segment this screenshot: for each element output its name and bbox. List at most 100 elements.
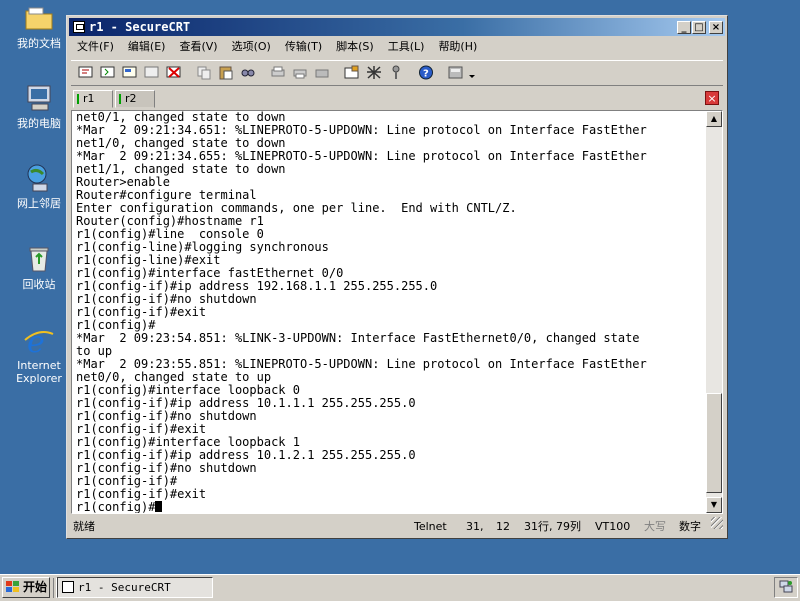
terminal-area[interactable]: net0/1, changed state to down *Mar 2 09:… — [71, 110, 723, 514]
terminal-cursor — [155, 501, 163, 512]
taskbar: 开始 r1 - SecureCRT — [0, 574, 800, 601]
terminal-line: r1(config)#interface loopback 1 — [76, 435, 300, 449]
desktop-icon-label: 网上邻居 — [17, 197, 61, 210]
scroll-down-icon[interactable]: ▼ — [706, 497, 722, 513]
maximize-button[interactable]: □ — [692, 21, 706, 34]
title-bar[interactable]: r1 - SecureCRT _ □ × — [69, 18, 725, 36]
terminal-line: r1(config-if)#ip address 10.1.2.1 255.25… — [76, 448, 416, 462]
status-bar: 就绪 Telnet 31, 12 31行, 79列 VT100 大写 数字 — [69, 517, 725, 537]
system-tray — [774, 577, 798, 598]
status-col: 12 — [496, 520, 510, 533]
terminal-line: r1(config-if)#no shutdown — [76, 409, 257, 423]
terminal-line: Enter configuration commands, one per li… — [76, 201, 517, 215]
toolbar-overflow-icon[interactable] — [467, 64, 477, 81]
vertical-scrollbar[interactable]: ▲ ▼ — [706, 111, 722, 513]
resize-grip-icon[interactable] — [711, 517, 723, 529]
connected-status-icon — [119, 94, 121, 104]
taskbar-button-label: r1 - SecureCRT — [78, 581, 171, 594]
desktop-icon-network-places[interactable]: 网上邻居 — [6, 162, 72, 210]
terminal-line: r1(config)#interface fastEthernet 0/0 — [76, 266, 344, 280]
menu-file[interactable]: 文件(F) — [71, 38, 120, 56]
desktop-icon-internet-explorer[interactable]: e Internet Explorer — [6, 324, 72, 385]
menu-help[interactable]: 帮助(H) — [432, 38, 483, 56]
disconnect-icon[interactable] — [165, 64, 183, 81]
desktop-icon-recycle-bin[interactable]: 回收站 — [6, 243, 72, 291]
keymap-icon[interactable] — [387, 64, 405, 81]
session-tab-row: r1 r2 × — [71, 88, 723, 108]
minimize-button[interactable]: _ — [677, 21, 691, 34]
terminal-output: net0/1, changed state to down *Mar 2 09:… — [72, 111, 706, 514]
terminal-line: net0/0, changed state to up — [76, 370, 272, 384]
menu-edit[interactable]: 编辑(E) — [122, 38, 172, 56]
network-globe-icon — [23, 162, 55, 194]
status-caps: 大写 — [644, 520, 666, 533]
securecrt-window: r1 - SecureCRT _ □ × 文件(F) 编辑(E) 查看(V) 选项(O… — [66, 15, 728, 539]
close-button[interactable]: × — [709, 21, 723, 34]
terminal-line: Router>enable — [76, 175, 170, 189]
help-icon[interactable]: ? — [417, 64, 435, 81]
print-icon[interactable] — [269, 64, 287, 81]
start-button[interactable]: 开始 — [2, 577, 50, 598]
terminal-line: r1(config-if)#exit — [76, 305, 207, 319]
menu-script[interactable]: 脚本(S) — [330, 38, 380, 56]
network-tray-icon[interactable] — [779, 580, 793, 597]
window-title: r1 - SecureCRT — [89, 20, 191, 34]
copy-icon[interactable] — [195, 64, 213, 81]
menu-options[interactable]: 选项(O) — [226, 38, 277, 56]
status-ready: 就绪 — [73, 520, 95, 533]
tab-label: r1 — [83, 92, 95, 105]
terminal-line: Router(config)#hostname r1 — [76, 214, 264, 228]
find-icon[interactable] — [239, 64, 257, 81]
terminal-line: r1(config)#line console 0 — [76, 227, 264, 241]
desktop-icon-label: 回收站 — [22, 278, 56, 291]
desktop-icon-label: Internet Explorer — [16, 359, 62, 385]
securecrt-app-icon — [62, 581, 74, 593]
global-options-icon[interactable] — [365, 64, 383, 81]
connect-tab-icon[interactable] — [121, 64, 139, 81]
session-options-icon[interactable] — [343, 64, 361, 81]
tab-r2[interactable]: r2 — [115, 90, 155, 108]
desktop-icon-label: 我的电脑 — [17, 117, 61, 130]
status-row: 31, — [466, 520, 484, 533]
svg-text:e: e — [27, 325, 45, 356]
tab-r1[interactable]: r1 — [73, 90, 113, 108]
menu-transfer[interactable]: 传输(T) — [279, 38, 328, 56]
reconnect-icon[interactable] — [143, 64, 161, 81]
menu-bar: 文件(F) 编辑(E) 查看(V) 选项(O) 传输(T) 脚本(S) 工具(L) 帮助(H) — [69, 38, 725, 56]
terminal-line: *Mar 2 09:23:55.851: %LINEPROTO-5-UPDOWN… — [76, 357, 647, 371]
terminal-line: r1(config-if)#ip address 192.168.1.1 255… — [76, 279, 438, 293]
terminal-line: *Mar 2 09:21:34.651: %LINEPROTO-5-UPDOWN… — [76, 123, 647, 137]
scrollbar-thumb[interactable] — [706, 393, 722, 493]
status-num: 数字 — [679, 520, 701, 533]
internet-explorer-icon: e — [23, 324, 55, 360]
terminal-line: r1(config)#interface loopback 0 — [76, 383, 300, 397]
taskbar-button-securecrt[interactable]: r1 - SecureCRT — [57, 577, 213, 598]
terminal-line: net1/1, changed state to down — [76, 162, 286, 176]
terminal-line: net1/0, changed state to down — [76, 136, 286, 150]
menu-tools[interactable]: 工具(L) — [382, 38, 431, 56]
connect-icon[interactable] — [77, 64, 95, 81]
toolbar: ? — [71, 60, 723, 86]
scroll-up-icon[interactable]: ▲ — [706, 111, 722, 127]
print-screen-icon[interactable] — [313, 64, 331, 81]
status-position: 31行, 79列 — [524, 520, 581, 533]
menu-view[interactable]: 查看(V) — [173, 38, 223, 56]
start-label: 开始 — [23, 580, 48, 594]
desktop-icon-my-computer[interactable]: 我的电脑 — [6, 82, 72, 130]
terminal-line: to up — [76, 344, 113, 358]
desktop-icon-my-documents[interactable]: 我的文档 — [6, 2, 72, 50]
folder-icon — [23, 2, 55, 34]
computer-icon — [23, 82, 55, 114]
quick-connect-icon[interactable] — [99, 64, 117, 81]
terminal-prompt: r1(config)# — [76, 500, 156, 514]
print-setup-icon[interactable] — [291, 64, 309, 81]
terminal-line: r1(config)# — [76, 318, 156, 332]
status-protocol: Telnet — [414, 520, 447, 533]
paste-icon[interactable] — [217, 64, 235, 81]
close-tab-icon[interactable]: × — [705, 91, 719, 105]
app-icon — [73, 21, 85, 33]
sftp-icon[interactable] — [447, 64, 465, 81]
terminal-line: r1(config-if)#exit — [76, 422, 207, 436]
terminal-line: r1(config-line)#logging synchronous — [76, 240, 329, 254]
terminal-line: r1(config-line)#exit — [76, 253, 221, 267]
